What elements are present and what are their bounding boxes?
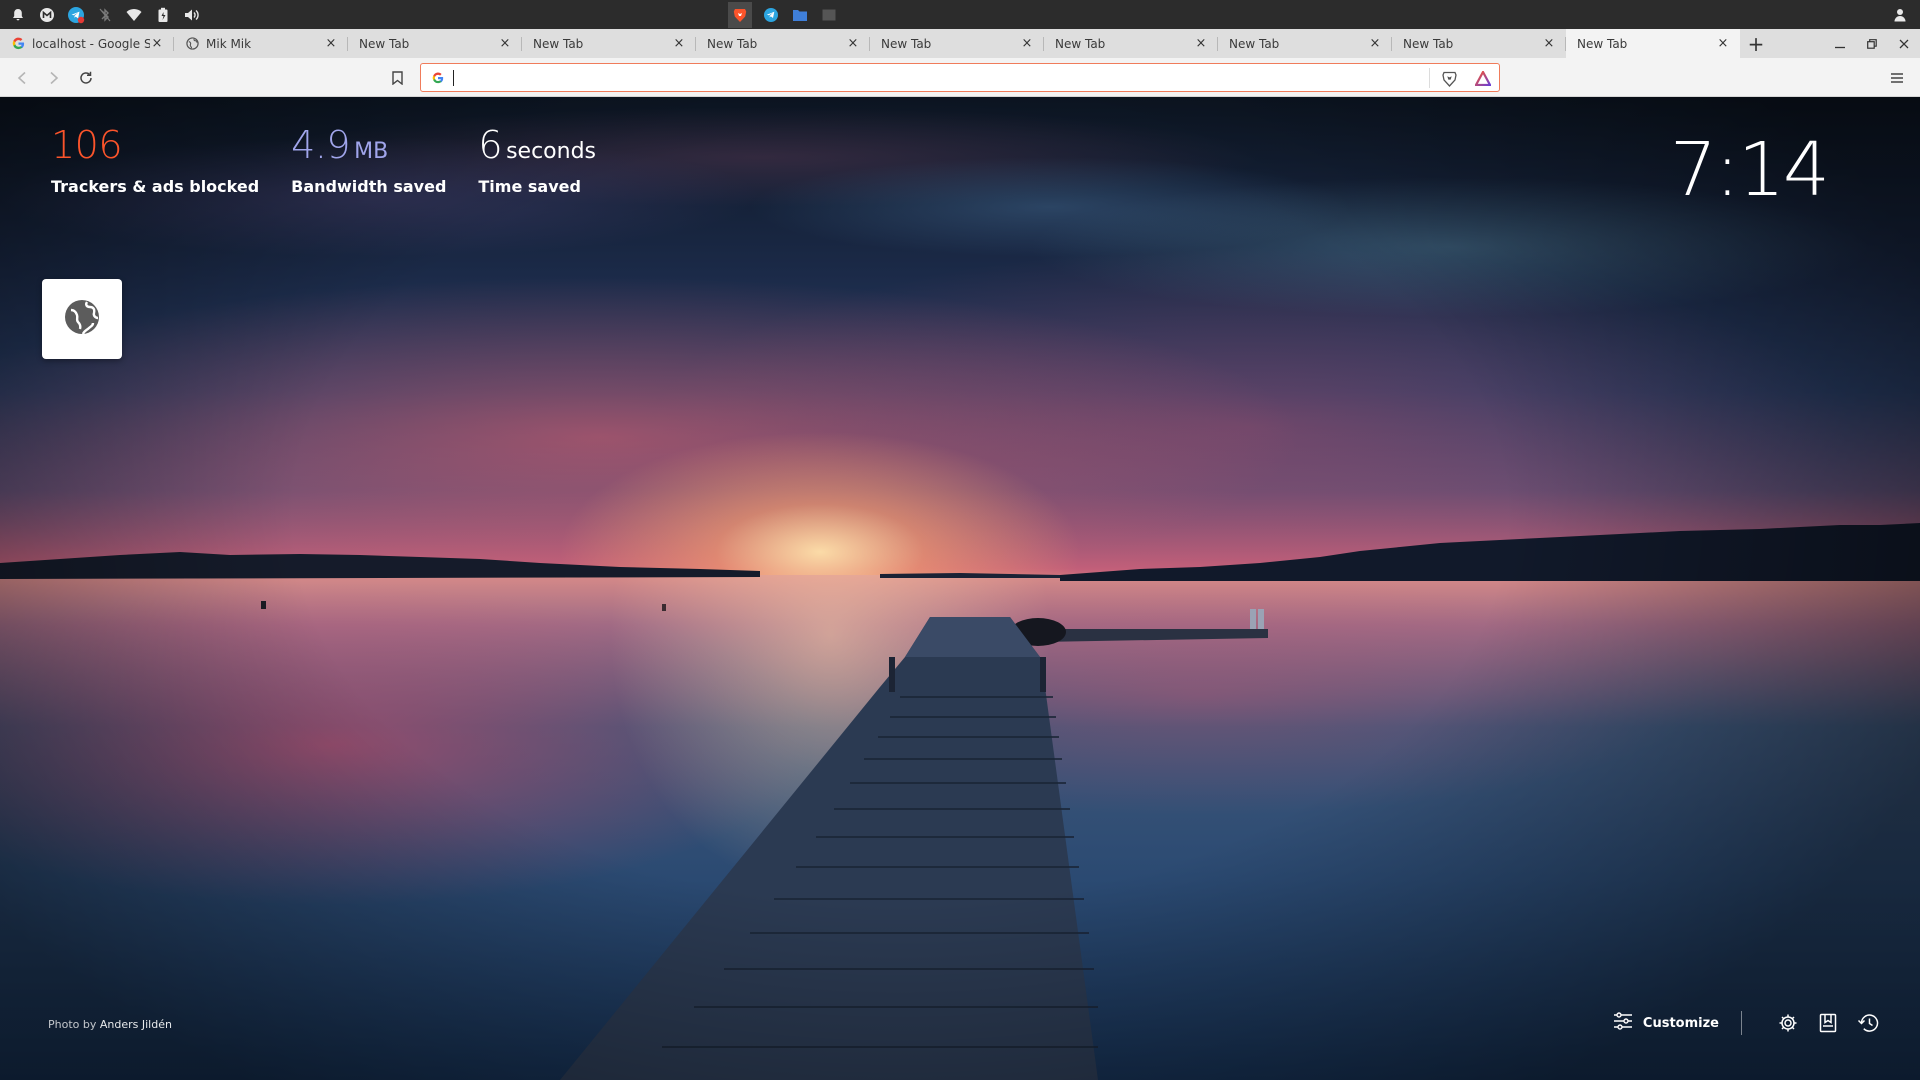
tab-title: New Tab xyxy=(533,36,584,51)
tab-strip: localhost - Google Se × Mik Mik × New Ta… xyxy=(0,29,1920,58)
tab-new-tab[interactable]: New Tab × xyxy=(696,29,870,58)
tab-title: localhost - Google Se xyxy=(32,36,150,51)
close-window-button[interactable] xyxy=(1888,29,1920,58)
customize-button[interactable]: Customize xyxy=(1613,1012,1741,1034)
bandwidth-saved-label: Bandwidth saved xyxy=(291,177,447,196)
brave-stats: 106 Trackers & ads blocked 4.9 MB Bandwi… xyxy=(51,123,596,196)
bottom-controls: Customize xyxy=(1613,1009,1880,1037)
files-icon[interactable] xyxy=(790,5,810,25)
time-saved-unit: seconds xyxy=(506,139,597,164)
globe-icon xyxy=(185,37,199,51)
reload-button[interactable] xyxy=(75,67,97,89)
bell-icon[interactable] xyxy=(8,5,28,25)
background-vignette xyxy=(0,97,1920,1080)
close-icon[interactable]: × xyxy=(1020,37,1034,51)
browser-toolbar xyxy=(0,58,1920,97)
tab-title: New Tab xyxy=(359,36,410,51)
brave-shields-icon[interactable] xyxy=(1439,68,1459,88)
stat-trackers-blocked: 106 Trackers & ads blocked xyxy=(51,123,259,196)
close-icon[interactable]: × xyxy=(498,37,512,51)
tab-title: Mik Mik xyxy=(206,36,252,51)
bandwidth-saved-value: 4.9 xyxy=(291,123,351,167)
address-bar[interactable] xyxy=(420,63,1500,92)
text-caret xyxy=(453,70,454,86)
stat-bandwidth-saved: 4.9 MB Bandwidth saved xyxy=(291,123,446,196)
bookmarks-icon[interactable] xyxy=(1816,1011,1840,1035)
telegram-icon[interactable] xyxy=(66,5,86,25)
tab-title: New Tab xyxy=(1229,36,1280,51)
sliders-icon xyxy=(1613,1012,1633,1034)
photo-credit-prefix: Photo by xyxy=(48,1018,100,1031)
photo-credit-name[interactable]: Anders Jildén xyxy=(100,1018,172,1031)
tab-new-tab-active[interactable]: New Tab × xyxy=(1566,29,1740,58)
new-tab-page: 106 Trackers & ads blocked 4.9 MB Bandwi… xyxy=(0,97,1920,1080)
photo-credit: Photo by Anders Jildén xyxy=(48,1018,172,1031)
tab-title: New Tab xyxy=(1055,36,1106,51)
window-controls xyxy=(1824,29,1920,58)
close-icon[interactable]: × xyxy=(1716,37,1730,51)
forward-button[interactable] xyxy=(43,67,65,89)
tab-new-tab[interactable]: New Tab × xyxy=(1218,29,1392,58)
trackers-blocked-count: 106 xyxy=(51,123,123,167)
restore-button[interactable] xyxy=(1856,29,1888,58)
settings-gear-icon[interactable] xyxy=(1776,1011,1800,1035)
bluetooth-icon[interactable] xyxy=(95,5,115,25)
tab-new-tab[interactable]: New Tab × xyxy=(348,29,522,58)
bookmark-icon[interactable] xyxy=(386,67,408,89)
close-icon[interactable]: × xyxy=(846,37,860,51)
system-bar xyxy=(0,0,1920,29)
close-icon[interactable]: × xyxy=(1542,37,1556,51)
close-icon[interactable]: × xyxy=(1368,37,1382,51)
clock: 7:14 xyxy=(1669,127,1830,213)
time-saved-label: Time saved xyxy=(478,177,581,196)
trackers-blocked-label: Trackers & ads blocked xyxy=(51,177,260,196)
new-tab-button[interactable]: + xyxy=(1740,29,1772,58)
brave-rewards-icon[interactable] xyxy=(1473,68,1493,88)
wifi-icon[interactable] xyxy=(124,5,144,25)
brave-icon[interactable] xyxy=(728,1,752,28)
tab-title: New Tab xyxy=(881,36,932,51)
close-icon[interactable]: × xyxy=(672,37,686,51)
volume-icon[interactable] xyxy=(182,5,202,25)
google-icon xyxy=(11,37,25,51)
bandwidth-saved-unit: MB xyxy=(354,139,389,164)
top-site-tile[interactable] xyxy=(42,279,122,359)
tab-title: New Tab xyxy=(1403,36,1454,51)
google-icon xyxy=(430,70,446,86)
tab-new-tab[interactable]: New Tab × xyxy=(1044,29,1218,58)
tab-new-tab[interactable]: New Tab × xyxy=(522,29,696,58)
history-icon[interactable] xyxy=(1856,1011,1880,1035)
customize-label: Customize xyxy=(1642,1015,1719,1031)
divider xyxy=(1741,1011,1742,1035)
mail-client-icon[interactable] xyxy=(37,5,57,25)
tab-localhost-google-search[interactable]: localhost - Google Se × xyxy=(0,29,174,58)
tab-new-tab[interactable]: New Tab × xyxy=(1392,29,1566,58)
terminal-icon[interactable] xyxy=(819,5,839,25)
back-button[interactable] xyxy=(11,67,33,89)
close-icon[interactable]: × xyxy=(324,37,338,51)
battery-icon[interactable] xyxy=(153,5,173,25)
tab-new-tab[interactable]: New Tab × xyxy=(870,29,1044,58)
telegram-icon[interactable] xyxy=(761,5,781,25)
tab-mik-mik[interactable]: Mik Mik × xyxy=(174,29,348,58)
time-saved-value: 6 xyxy=(478,123,503,167)
close-icon[interactable]: × xyxy=(1194,37,1208,51)
tab-title: New Tab xyxy=(1577,36,1628,51)
menu-icon[interactable] xyxy=(1886,67,1908,89)
stat-time-saved: 6 seconds Time saved xyxy=(478,123,596,196)
tab-title: New Tab xyxy=(707,36,758,51)
user-icon[interactable] xyxy=(1890,5,1910,25)
address-input[interactable] xyxy=(453,67,1413,88)
minimize-button[interactable] xyxy=(1824,29,1856,58)
globe-icon xyxy=(63,298,101,340)
close-icon[interactable]: × xyxy=(150,37,164,51)
divider xyxy=(1429,68,1430,88)
